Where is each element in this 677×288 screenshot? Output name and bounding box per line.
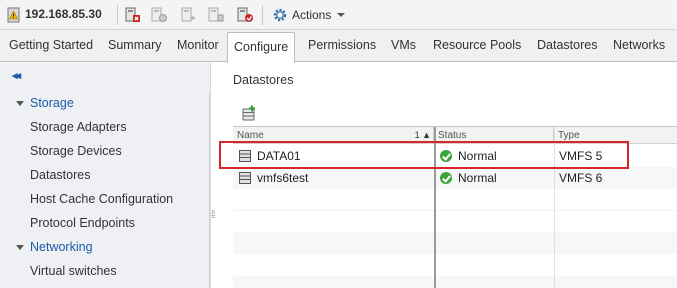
sidebar-item-host-cache-configuration[interactable]: Host Cache Configuration: [0, 189, 210, 209]
column-header-label: Type: [558, 130, 580, 141]
enter-standby-icon[interactable]: [207, 6, 225, 24]
collapse-sidebar-icon[interactable]: ◂◂: [12, 69, 21, 82]
panel-splitter[interactable]: [210, 63, 224, 288]
sidebar-item-datastores[interactable]: Datastores: [0, 165, 210, 185]
splitter-grip-icon[interactable]: ⁞⁞: [211, 210, 215, 221]
toolbar-separator: [117, 5, 118, 25]
tab-getting-started[interactable]: Getting Started: [9, 30, 93, 61]
tab-vms[interactable]: VMs: [391, 30, 416, 61]
datastore-type: VMFS 6: [559, 171, 603, 185]
sidebar-item-label: Virtual switches: [30, 264, 117, 278]
sidebar-item-storage-devices[interactable]: Storage Devices: [0, 141, 210, 161]
config-sidebar: ◂◂ Storage Storage Adapters Storage Devi…: [0, 63, 210, 288]
sidebar-item-label: Storage Devices: [30, 144, 122, 158]
actions-menu[interactable]: Actions: [272, 5, 346, 25]
datastores-panel: Datastores Name 1 ▲ Status Type DATA01 N…: [224, 63, 677, 288]
tab-networks[interactable]: Networks: [613, 30, 665, 61]
sidebar-group-label: Storage: [30, 96, 74, 110]
host-icon: [7, 7, 20, 23]
datastore-status: Normal: [458, 171, 497, 185]
status-ok-icon: [440, 172, 452, 184]
column-header-label: Name: [237, 130, 264, 141]
sidebar-item-storage-adapters[interactable]: Storage Adapters: [0, 117, 210, 137]
sidebar-item-virtual-switches[interactable]: Virtual switches: [0, 261, 210, 281]
column-header-label: Status: [438, 130, 467, 141]
tab-datastores[interactable]: Datastores: [537, 30, 597, 61]
sort-order: 1: [414, 130, 420, 140]
page-title: Datastores: [233, 73, 294, 87]
highlight-annotation: [219, 141, 629, 169]
sidebar-item-label: Host Cache Configuration: [30, 192, 174, 206]
enter-maintenance-icon[interactable]: [150, 6, 168, 24]
new-datastore-icon[interactable]: [241, 105, 257, 121]
table-row[interactable]: vmfs6test Normal VMFS 6: [233, 167, 677, 189]
sidebar-item-label: Datastores: [30, 168, 91, 182]
chevron-down-icon: [16, 245, 24, 250]
sidebar-group-label: Networking: [30, 240, 93, 254]
chevron-down-icon: [337, 13, 346, 17]
table-row-empty: [233, 232, 677, 254]
actions-label: Actions: [292, 8, 332, 22]
tab-monitor[interactable]: Monitor: [177, 30, 219, 61]
sidebar-item-protocol-endpoints[interactable]: Protocol Endpoints: [0, 213, 210, 233]
exit-maintenance-icon[interactable]: [180, 6, 198, 24]
add-host-icon[interactable]: [124, 6, 142, 24]
refresh-host-icon[interactable]: [236, 6, 254, 24]
tab-configure[interactable]: Configure: [227, 32, 296, 63]
toolbar: 192.168.85.30 Actions: [0, 0, 677, 30]
tab-resource-pools[interactable]: Resource Pools: [433, 30, 521, 61]
sidebar-group-storage[interactable]: Storage: [0, 93, 210, 113]
table-row-empty: [233, 276, 677, 288]
chevron-down-icon: [16, 101, 24, 106]
actions-gear-icon: [273, 8, 287, 22]
toolbar-separator: [262, 5, 263, 25]
datastore-name: vmfs6test: [257, 171, 309, 185]
sidebar-item-label: Storage Adapters: [30, 120, 127, 134]
host-name: 192.168.85.30: [25, 7, 102, 21]
table-row-empty: [233, 189, 677, 211]
table-row-empty: [233, 254, 677, 276]
sidebar-group-networking[interactable]: Networking: [0, 237, 210, 257]
tab-bar: Getting Started Summary Monitor Configur…: [0, 30, 677, 63]
sidebar-item-label: Protocol Endpoints: [30, 216, 135, 230]
tab-permissions[interactable]: Permissions: [308, 30, 376, 61]
table-row-empty: [233, 210, 677, 232]
datastore-icon: [239, 172, 251, 184]
tab-summary[interactable]: Summary: [108, 30, 161, 61]
